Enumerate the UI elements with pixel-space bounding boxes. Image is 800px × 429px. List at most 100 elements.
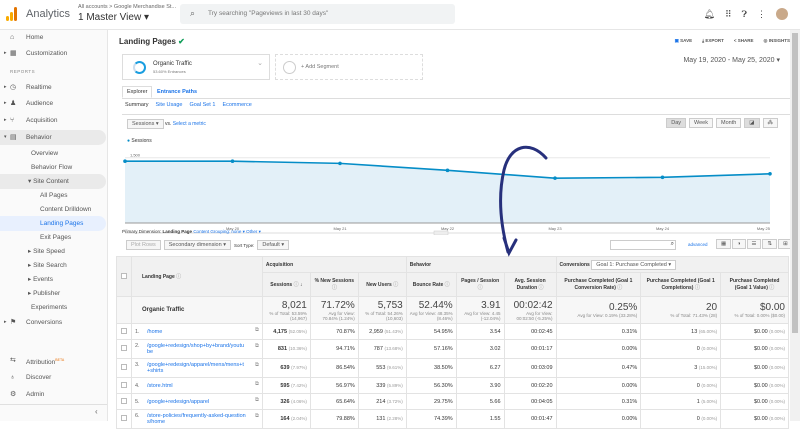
- more-vert-icon[interactable]: ⋮: [757, 9, 766, 20]
- help-icon[interactable]: ❓︎: [742, 9, 747, 20]
- pie-view-icon[interactable]: ◑: [732, 239, 746, 249]
- account-breadcrumb[interactable]: All accounts > Google Merchandise St...: [78, 4, 176, 10]
- select-metric-link[interactable]: Select a metric: [173, 121, 206, 127]
- save-button[interactable]: ▣ SAVE: [675, 38, 692, 44]
- segment-organic-traffic[interactable]: Organic Traffic 53.60% Entrances ⌄: [122, 54, 270, 80]
- col-header[interactable]: Sessions ⓘ ↓: [261, 272, 311, 297]
- open-link-icon[interactable]: ⧉: [255, 343, 259, 350]
- week-button[interactable]: Week: [689, 118, 713, 128]
- sidebar-item-attribution[interactable]: ⇆ AttributionBETA: [0, 353, 106, 368]
- sidebar-item-realtime[interactable]: ▸ ◷ Realtime: [0, 80, 106, 95]
- other-dimension-dropdown[interactable]: Other ▾: [246, 229, 261, 234]
- view-selector[interactable]: 1 Master View ▾: [78, 12, 149, 23]
- landing-page-link[interactable]: /google+redesign/apparel/mens/mens+t+shi…: [147, 362, 247, 374]
- tab-explorer[interactable]: Explorer: [122, 86, 153, 98]
- sidebar-item-events[interactable]: ▸ Events: [0, 272, 106, 287]
- table-row: 2./google+redesign/shop+by+brand/youtube…: [116, 339, 789, 359]
- select-all-checkbox[interactable]: [116, 256, 132, 297]
- sidebar-item-home[interactable]: ⌂ Home: [0, 30, 106, 45]
- subtab-goal-set-1[interactable]: Goal Set 1: [189, 102, 215, 108]
- bell-icon[interactable]: 🔔︎: [704, 9, 715, 20]
- col-header[interactable]: Purchase Completed (Goal 1 Value) ⓘ: [720, 272, 789, 297]
- sidebar-item-site-search[interactable]: ▸ Site Search: [0, 258, 106, 273]
- motion-chart-icon[interactable]: ⁂: [762, 118, 778, 128]
- sidebar-item-exit-pages[interactable]: Exit Pages: [0, 230, 106, 245]
- totals-cell: 5,753% of Total: 54.26% (10,603): [357, 296, 407, 324]
- plot-rows-button[interactable]: Plot Rows: [126, 240, 161, 250]
- apps-grid-icon[interactable]: ⠿: [725, 9, 732, 20]
- subtab-summary[interactable]: Summary: [125, 102, 149, 108]
- landing-page-link[interactable]: /store.html: [147, 383, 247, 389]
- landing-page-link[interactable]: /store-policies/frequently-asked-questio…: [147, 413, 247, 425]
- comparison-view-icon[interactable]: ⇅: [762, 239, 778, 249]
- sidebar-item-customization[interactable]: ▸ ▦ Customization: [0, 46, 106, 61]
- open-link-icon[interactable]: ⧉: [255, 413, 259, 420]
- table-search-input[interactable]: ⌕: [610, 240, 676, 250]
- content-grouping-dropdown[interactable]: Content Grouping: none ▾: [193, 229, 245, 234]
- chevron-down-icon[interactable]: ⌄: [257, 59, 263, 67]
- landing-page-link[interactable]: /home: [147, 329, 247, 335]
- collapse-sidebar-icon[interactable]: ‹: [95, 407, 98, 416]
- landing-page-link[interactable]: /google+redesign/shop+by+brand/youtube: [147, 343, 247, 355]
- insights-button[interactable]: ◎ INSIGHTS: [764, 38, 790, 44]
- tab-entrance-paths[interactable]: Entrance Paths: [154, 87, 200, 97]
- sidebar-item-discover[interactable]: ♁ Discover: [0, 370, 106, 385]
- sidebar-item-audience[interactable]: ▸ ♟ Audience: [0, 96, 106, 111]
- metric-dropdown[interactable]: Sessions ▾: [127, 119, 164, 129]
- row-checkbox[interactable]: [116, 409, 132, 429]
- performance-view-icon[interactable]: ☰: [746, 239, 762, 249]
- sidebar-item-admin[interactable]: ⚙ Admin: [0, 387, 106, 402]
- sidebar-item-behavior[interactable]: ▾ ▤ Behavior: [0, 130, 106, 145]
- row-checkbox[interactable]: [116, 393, 132, 410]
- col-header[interactable]: % New Sessions ⓘ: [309, 272, 359, 297]
- col-header[interactable]: Purchase Completed (Goal 1 Conversion Ra…: [555, 272, 642, 297]
- line-chart-icon[interactable]: ◪: [744, 118, 760, 128]
- subtab-site-usage[interactable]: Site Usage: [156, 102, 183, 108]
- open-link-icon[interactable]: ⧉: [255, 381, 259, 388]
- sidebar-item-landing-pages[interactable]: Landing Pages: [0, 216, 106, 231]
- sidebar-item-all-pages[interactable]: All Pages: [0, 188, 106, 203]
- table-view-icon[interactable]: ▦: [716, 239, 732, 249]
- share-button[interactable]: < SHARE: [734, 38, 754, 44]
- search-icon: ⌕: [190, 8, 196, 18]
- open-link-icon[interactable]: ⧉: [255, 327, 259, 334]
- row-checkbox[interactable]: [116, 339, 132, 359]
- add-segment-button[interactable]: + Add Segment: [275, 54, 423, 80]
- open-link-icon[interactable]: ⧉: [255, 362, 259, 369]
- month-button[interactable]: Month: [716, 118, 742, 128]
- secondary-dimension-dropdown[interactable]: Secondary dimension ▾: [163, 240, 231, 250]
- sidebar-item-conversions[interactable]: ▸ ⚑ Conversions: [0, 315, 106, 330]
- x-tick-label: May 25: [757, 226, 771, 231]
- sort-type-dropdown[interactable]: Default ▾: [257, 240, 290, 250]
- col-header[interactable]: Bounce Rate ⓘ: [405, 272, 457, 297]
- primary-dimension-landing-page[interactable]: Landing Page: [163, 229, 193, 234]
- page-scrollbar[interactable]: [790, 30, 800, 421]
- hand-drawn-arrow: [499, 145, 548, 257]
- row-checkbox[interactable]: [116, 377, 132, 394]
- sidebar-item-acquisition[interactable]: ▸ ⑂ Acquisition: [0, 113, 106, 128]
- search-input[interactable]: ⌕ Try searching "Pageviews in last 30 day…: [180, 4, 455, 24]
- sidebar-item-site-content[interactable]: ▾ Site Content: [0, 174, 106, 189]
- subtab-ecommerce[interactable]: Ecommerce: [222, 102, 251, 108]
- col-header[interactable]: Pages / Session ⓘ: [455, 272, 505, 297]
- col-header[interactable]: Purchase Completed (Goal 1 Completions) …: [640, 272, 722, 297]
- day-button[interactable]: Day: [666, 118, 687, 128]
- sidebar-item-behavior-flow[interactable]: Behavior Flow: [0, 160, 106, 175]
- export-button[interactable]: ⤓ EXPORT: [702, 38, 724, 44]
- landing-page-link[interactable]: /google+redesign/apparel: [147, 399, 247, 405]
- col-header[interactable]: New Users ⓘ: [357, 272, 407, 297]
- row-checkbox[interactable]: [116, 358, 132, 378]
- sidebar-item-experiments[interactable]: Experiments: [0, 300, 106, 315]
- sidebar-item-site-speed[interactable]: ▸ Site Speed: [0, 244, 106, 259]
- col-landing-page[interactable]: Landing Page ⓘ: [130, 256, 263, 297]
- col-header[interactable]: Avg. Session Duration ⓘ: [503, 272, 557, 297]
- row-checkbox[interactable]: [116, 323, 132, 340]
- sidebar-item-publisher[interactable]: ▸ Publisher: [0, 286, 106, 301]
- goal-selector[interactable]: Goal 1: Purchase Completed ▾: [591, 259, 677, 270]
- open-link-icon[interactable]: ⧉: [255, 397, 259, 404]
- sidebar-item-overview[interactable]: Overview: [0, 146, 106, 161]
- avatar[interactable]: [776, 8, 788, 20]
- date-range-picker[interactable]: May 19, 2020 - May 25, 2020 ▾: [683, 56, 780, 64]
- advanced-filter-link[interactable]: advanced: [688, 242, 708, 247]
- sidebar-item-content-drilldown[interactable]: Content Drilldown: [0, 202, 106, 217]
